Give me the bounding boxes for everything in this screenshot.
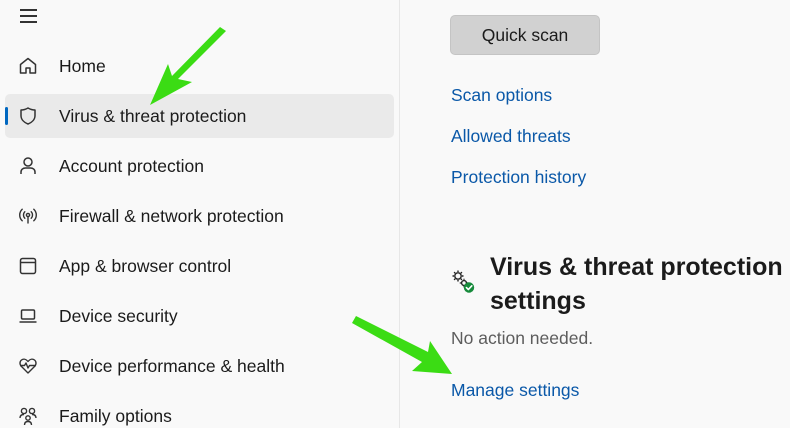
protection-history-link[interactable]: Protection history [451,167,586,188]
manage-settings-link[interactable]: Manage settings [451,380,579,401]
browser-window-icon [17,255,39,277]
sidebar-item-firewall-network[interactable]: Firewall & network protection [5,194,394,238]
gears-check-icon [450,268,476,294]
shield-icon [17,105,39,127]
sidebar-item-label: Device performance & health [59,356,285,376]
allowed-threats-link[interactable]: Allowed threats [451,126,571,147]
sidebar-item-family-options[interactable]: Family options [5,394,394,428]
hamburger-menu-icon[interactable] [18,6,40,26]
person-icon [17,155,39,177]
sidebar-item-device-performance-health[interactable]: Device performance & health [5,344,394,388]
sidebar-item-label: Virus & threat protection [59,106,247,126]
sidebar-item-label: Family options [59,406,172,426]
laptop-icon [17,305,39,327]
sidebar-item-label: Account protection [59,156,204,176]
sidebar-item-label: Device security [59,306,178,326]
settings-status-text: No action needed. [451,328,594,348]
navigation-sidebar: Home Virus & threat protection Account p… [0,0,400,428]
sidebar-item-device-security[interactable]: Device security [5,294,394,338]
sidebar-item-account-protection[interactable]: Account protection [5,144,394,188]
heart-pulse-icon [17,355,39,377]
home-icon [17,55,39,77]
wireless-signal-icon [17,205,39,227]
main-content: Quick scan Scan options Allowed threats … [400,0,790,428]
sidebar-item-app-browser-control[interactable]: App & browser control [5,244,394,288]
sidebar-item-label: Home [59,56,106,76]
sidebar-item-virus-threat-protection[interactable]: Virus & threat protection [5,94,394,138]
scan-options-link[interactable]: Scan options [451,85,552,106]
selection-indicator [5,107,8,125]
sidebar-item-label: App & browser control [59,256,232,276]
sidebar-item-home[interactable]: Home [5,44,394,88]
sidebar-item-label: Firewall & network protection [59,206,284,226]
settings-section-title: Virus & threat protection settings [490,253,783,315]
family-icon [17,405,39,427]
quick-scan-button[interactable]: Quick scan [450,15,600,55]
